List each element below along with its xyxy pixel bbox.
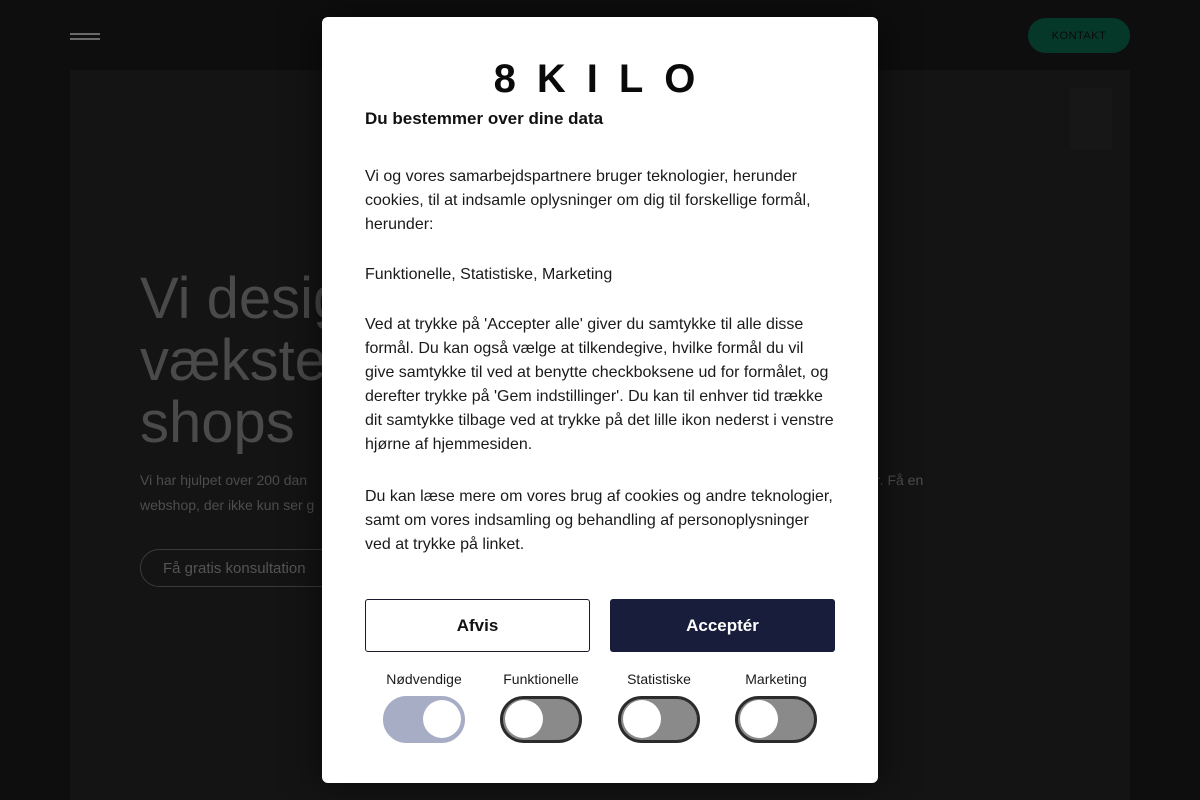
toggle-functional: Funktionelle: [486, 669, 596, 743]
toggle-label: Statistiske: [627, 671, 691, 687]
toggle-knob: [505, 700, 543, 738]
marketing-toggle[interactable]: [735, 696, 817, 743]
toggle-knob: [423, 700, 461, 738]
necessary-toggle[interactable]: [383, 696, 465, 743]
contact-button[interactable]: KONTAKT: [1028, 18, 1130, 53]
toggle-label: Funktionelle: [503, 671, 579, 687]
hero-title-line: Vi desig: [140, 266, 346, 331]
toggle-statistics: Statistiske: [604, 669, 714, 743]
menu-icon-bar-bottom: [70, 38, 100, 40]
accept-button[interactable]: Acceptér: [610, 599, 835, 652]
side-accent: [1070, 88, 1112, 150]
dialog-heading: Du bestemmer over dine data: [365, 109, 604, 128]
purposes-list-text: Funktionelle, Statistiske, Marketing: [365, 266, 613, 283]
free-consultation-button[interactable]: Få gratis konsultation: [140, 549, 340, 587]
consent-instructions-text: Ved at trykke på 'Accepter alle' giver d…: [365, 316, 834, 453]
toggle-necessary: Nødvendige: [369, 669, 479, 743]
menu-icon-bar-top: [70, 33, 100, 35]
reject-button[interactable]: Afvis: [365, 599, 590, 652]
statistics-toggle[interactable]: [618, 696, 700, 743]
toggle-knob: [740, 700, 778, 738]
hero-title-line: shops: [140, 390, 295, 455]
functional-toggle[interactable]: [500, 696, 582, 743]
hero-title-line: vækste: [140, 328, 327, 393]
hero-title: Vi desig vækste shops: [140, 268, 345, 454]
brand-logo: 8KILO: [493, 57, 717, 101]
menu-icon[interactable]: [70, 30, 100, 42]
cookie-consent-dialog: 8KILO Du bestemmer over dine data Vi og …: [322, 17, 878, 783]
toggle-label: Marketing: [745, 671, 807, 687]
privacy-info-text[interactable]: Du kan læse mere om vores brug af cookie…: [365, 485, 837, 557]
consent-intro-text: Vi og vores samarbejdspartnere bruger te…: [365, 168, 811, 233]
toggle-marketing: Marketing: [721, 669, 831, 743]
toggle-label: Nødvendige: [386, 671, 462, 687]
toggle-knob: [623, 700, 661, 738]
